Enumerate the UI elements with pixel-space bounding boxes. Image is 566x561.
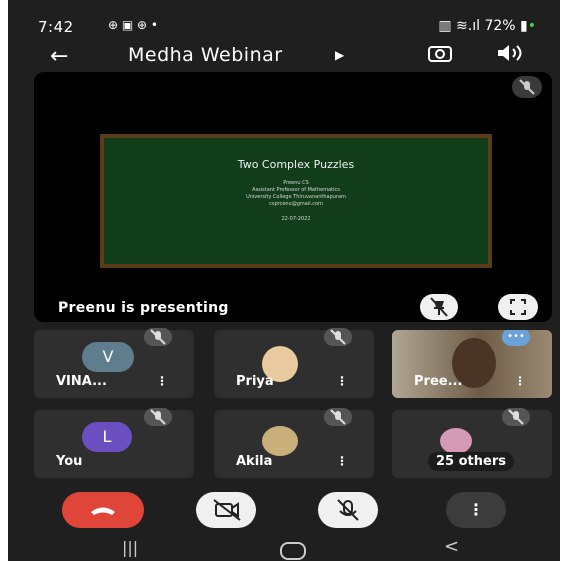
participant-tile[interactable]: L You bbox=[34, 408, 194, 478]
slide-author: Preenu CS bbox=[283, 180, 309, 186]
video-off-icon bbox=[213, 499, 241, 521]
more-options-icon[interactable]: ⋮ bbox=[336, 374, 348, 388]
others-count: 25 others bbox=[428, 452, 514, 471]
slide-date: 22-07-2022 bbox=[281, 216, 311, 222]
slide-title: Two Complex Puzzles bbox=[237, 158, 355, 171]
home-icon[interactable] bbox=[280, 542, 306, 560]
mic-off-icon bbox=[337, 499, 359, 521]
slide-org: University College Thiruvananthapuram bbox=[246, 194, 346, 200]
status-time: 7:42 bbox=[38, 18, 74, 36]
more-actions-button[interactable]: ⋮ bbox=[446, 492, 506, 528]
unpin-button[interactable] bbox=[420, 294, 458, 320]
slide-email: csprcenu@gmail.com bbox=[269, 201, 323, 207]
slide-role: Assistant Professor of Mathematics bbox=[252, 187, 340, 193]
avatar-initial: V bbox=[102, 347, 114, 366]
back-icon[interactable]: < bbox=[444, 536, 459, 557]
notification-icons: ⊕ ▣ ⊕ • bbox=[108, 18, 158, 32]
avatar-initial: L bbox=[102, 427, 112, 446]
mic-off-icon bbox=[324, 408, 352, 426]
end-call-button[interactable] bbox=[62, 492, 144, 528]
speaking-indicator-icon: ••• bbox=[502, 330, 530, 346]
mic-off-icon bbox=[512, 76, 542, 98]
mic-off-icon bbox=[144, 408, 172, 426]
presenting-label: Preenu is presenting bbox=[58, 300, 229, 316]
avatar bbox=[262, 426, 298, 456]
more-vert-icon: ⋮ bbox=[468, 500, 484, 519]
signal-icon: ▥ ≋.ıl bbox=[438, 18, 480, 34]
battery-icon: ▮ bbox=[520, 18, 528, 34]
others-tile[interactable]: 25 others bbox=[392, 408, 552, 478]
mic-off-icon bbox=[324, 328, 352, 346]
switch-camera-icon[interactable] bbox=[428, 44, 452, 62]
phone-screen: 7:42 ⊕ ▣ ⊕ • ▥ ≋.ıl 72% ▮• ← Medha Webin… bbox=[8, 0, 560, 561]
battery-level: 72% bbox=[484, 18, 516, 34]
system-nav-bar: ||| < bbox=[8, 536, 560, 561]
avatar: L bbox=[82, 422, 132, 452]
mic-toggle-button[interactable] bbox=[318, 492, 378, 528]
participant-name: Priya bbox=[236, 374, 274, 389]
participant-name: VINA... bbox=[56, 374, 107, 389]
app-bar: ← Medha Webinar ▶ bbox=[8, 40, 560, 70]
participant-name: You bbox=[56, 454, 83, 469]
avatar bbox=[440, 428, 472, 454]
status-right: ▥ ≋.ıl 72% ▮• bbox=[438, 18, 536, 34]
back-arrow-icon[interactable]: ← bbox=[50, 44, 68, 69]
participant-name: Akila bbox=[236, 454, 273, 469]
speaker-icon[interactable] bbox=[496, 44, 526, 62]
mic-off-icon bbox=[502, 408, 530, 426]
shared-slide: Two Complex Puzzles Preenu CS Assistant … bbox=[100, 134, 492, 268]
more-options-icon[interactable]: ⋮ bbox=[156, 374, 168, 388]
mic-off-icon bbox=[144, 328, 172, 346]
participant-tile[interactable]: Priya ⋮ bbox=[214, 328, 374, 398]
presentation-stage[interactable]: Two Complex Puzzles Preenu CS Assistant … bbox=[34, 72, 552, 322]
participant-video-tile[interactable]: Pree... ⋮ ••• bbox=[392, 330, 552, 398]
chevron-right-icon[interactable]: ▶ bbox=[335, 48, 344, 62]
call-controls: ⋮ bbox=[8, 486, 560, 536]
participant-name: Pree... bbox=[414, 374, 463, 389]
recent-apps-icon[interactable]: ||| bbox=[122, 538, 138, 557]
fullscreen-button[interactable] bbox=[498, 294, 538, 320]
more-options-icon[interactable]: ⋮ bbox=[336, 454, 348, 468]
camera-off-button[interactable] bbox=[196, 492, 256, 528]
more-options-icon[interactable]: ⋮ bbox=[514, 374, 526, 388]
participant-tile[interactable]: V VINA... ⋮ bbox=[34, 328, 194, 398]
avatar: V bbox=[82, 342, 134, 372]
participant-tile[interactable]: Akila ⋮ bbox=[214, 408, 374, 478]
meeting-title[interactable]: Medha Webinar bbox=[128, 44, 283, 66]
